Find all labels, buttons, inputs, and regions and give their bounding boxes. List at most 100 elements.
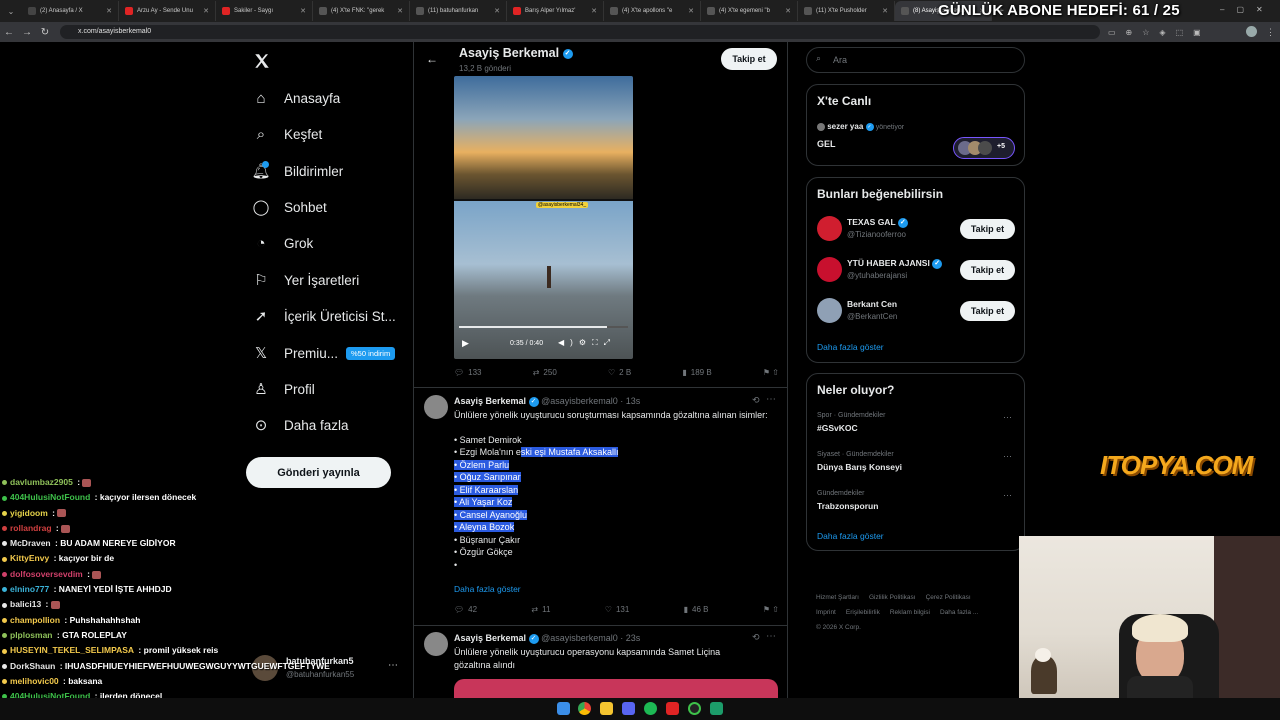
browser-tab[interactable]: (2) Anasayfa / X ✕: [22, 1, 119, 21]
tab-menu-icon[interactable]: ⌄: [0, 7, 22, 16]
browser-avatar[interactable]: [1246, 26, 1257, 37]
space-participants[interactable]: +5: [953, 137, 1015, 159]
tab-close-icon[interactable]: ✕: [300, 7, 306, 15]
suggested-name[interactable]: Berkant Cen: [847, 299, 897, 309]
space-title[interactable]: GEL: [817, 139, 836, 149]
reply-button[interactable]: 💬︎ 133: [454, 368, 482, 377]
nav-item-3[interactable]: ◯ Sohbet: [252, 193, 327, 221]
show-more-link[interactable]: Daha fazla göster: [817, 342, 884, 352]
url-field[interactable]: x.com/asayisberkemal0: [60, 25, 1100, 39]
tweet-more-icon[interactable]: ⋯: [766, 631, 776, 642]
app-icon-green[interactable]: [710, 702, 723, 715]
retweet-button[interactable]: ⇄ 11: [531, 605, 550, 614]
nav-item-7[interactable]: 𝕏 Premiu... %50 indirim: [252, 339, 396, 367]
back-icon[interactable]: ←: [0, 27, 18, 38]
suggested-avatar[interactable]: [817, 257, 842, 282]
browser-tab[interactable]: (4) X'te egemeni "b ✕: [701, 1, 798, 21]
suggested-avatar[interactable]: [817, 216, 842, 241]
browser-tab[interactable]: (4) X'te apollons "e ✕: [604, 1, 701, 21]
spotify-icon[interactable]: [644, 702, 657, 715]
like-button[interactable]: ♡ 2 B: [608, 368, 631, 377]
video-player[interactable]: @asayisberkemal34_ ▶ 0:35 / 0:40 ◀)⚙⛶⤢: [454, 76, 633, 359]
suggested-name[interactable]: YTÜ HABER AJANSI ✓: [847, 258, 943, 269]
search-input[interactable]: Ara: [806, 47, 1025, 73]
grok-edit-icon[interactable]: ⟲: [752, 632, 760, 643]
follow-button[interactable]: Takip et: [960, 219, 1015, 239]
tab-close-icon[interactable]: ✕: [785, 7, 791, 15]
video-progress-track[interactable]: [459, 326, 628, 328]
nav-item-0[interactable]: ⌂ Anasayfa: [252, 84, 340, 112]
browser-tab[interactable]: Arzu Ay - Sende Unu ✕: [119, 1, 216, 21]
nav-item-1[interactable]: ⌕ Keşfet: [252, 120, 322, 148]
tweet2-media[interactable]: [454, 679, 778, 698]
app-icon[interactable]: [666, 702, 679, 715]
tab-close-icon[interactable]: ✕: [688, 7, 694, 15]
footer-link[interactable]: Hizmet Şartları: [816, 594, 859, 601]
views-count[interactable]: ▮ 189 B: [682, 368, 711, 377]
nav-item-5[interactable]: ⚐ Yer İşaretleri: [252, 266, 359, 294]
reply-button[interactable]: 💬︎ 42: [454, 605, 477, 614]
tab-close-icon[interactable]: ✕: [882, 7, 888, 15]
nav-item-4[interactable]: ◔ Grok: [252, 229, 313, 257]
live-host[interactable]: sezer yaa ✓ yönetiyor: [817, 122, 904, 131]
footer-link[interactable]: Gizlilik Politikası: [869, 594, 916, 601]
trend-name[interactable]: Dünya Barış Konseyi: [817, 462, 902, 472]
tweet-avatar[interactable]: [424, 632, 448, 656]
show-more-link[interactable]: Daha fazla göster: [454, 584, 521, 594]
footer-link[interactable]: Çerez Politikası: [926, 594, 971, 601]
video-controls-icons[interactable]: ◀)⚙⛶⤢: [558, 338, 616, 348]
footer-link[interactable]: Reklam bilgisi: [890, 609, 930, 616]
chrome-icon[interactable]: [578, 702, 591, 715]
retweet-button[interactable]: ⇄ 250: [533, 368, 557, 377]
play-icon[interactable]: ▶: [462, 338, 469, 349]
forward-icon[interactable]: →: [18, 27, 36, 38]
browser-tab[interactable]: (4) X'te FNK: "gerek ✕: [313, 1, 410, 21]
windows-start-icon[interactable]: [557, 702, 570, 715]
follow-button[interactable]: Takip et: [960, 260, 1015, 280]
file-explorer-icon[interactable]: [600, 702, 613, 715]
reload-icon[interactable]: ↻: [36, 27, 54, 38]
tab-close-icon[interactable]: ✕: [106, 7, 112, 15]
nav-item-6[interactable]: ➚ İçerik Üreticisi St...: [252, 302, 396, 330]
discord-icon[interactable]: [622, 702, 635, 715]
suggested-avatar[interactable]: [817, 298, 842, 323]
trend-more-icon[interactable]: ⋯: [1003, 451, 1012, 462]
trend-more-icon[interactable]: ⋯: [1003, 490, 1012, 501]
profile-follow-button[interactable]: Takip et: [721, 48, 777, 70]
suggested-name[interactable]: TEXAS GAL ✓: [847, 217, 908, 228]
browser-tab[interactable]: Sakiler - Saygı ✕: [216, 1, 313, 21]
tab-close-icon[interactable]: ✕: [203, 7, 209, 15]
browser-toolbar-icons[interactable]: ▭⊕☆◈⬚▣: [1108, 28, 1211, 37]
trend-more-icon[interactable]: ⋯: [1003, 412, 1012, 423]
window-controls[interactable]: –▢✕: [1220, 5, 1275, 14]
bookmark-icon[interactable]: ⚑ ⇧: [763, 605, 779, 614]
x-logo-icon[interactable]: [253, 52, 271, 70]
tab-close-icon[interactable]: ✕: [494, 7, 500, 15]
browser-tab[interactable]: Barış Alper Yılmaz' ✕: [507, 1, 604, 21]
obs-icon[interactable]: [688, 702, 701, 715]
nav-item-9[interactable]: ⊙ Daha fazla: [252, 411, 349, 439]
show-more-link[interactable]: Daha fazla göster: [817, 531, 884, 541]
bookmark-icon[interactable]: ⚑ ⇧: [763, 368, 779, 377]
grok-edit-icon[interactable]: ⟲: [752, 395, 760, 406]
footer-link[interactable]: Daha fazla ...: [940, 609, 978, 616]
follow-button[interactable]: Takip et: [960, 301, 1015, 321]
tab-close-icon[interactable]: ✕: [591, 7, 597, 15]
account-more-icon[interactable]: ⋯: [388, 660, 398, 671]
browser-tab[interactable]: (11) X'te Pusholder ✕: [798, 1, 895, 21]
footer-link[interactable]: Imprint: [816, 609, 836, 616]
nav-item-2[interactable]: 🔔︎ Bildirimler: [251, 157, 343, 185]
browser-tab[interactable]: (11) batuhanfurkan ✕: [410, 1, 507, 21]
footer-link[interactable]: © 2026 X Corp.: [816, 624, 861, 631]
tab-close-icon[interactable]: ✕: [397, 7, 403, 15]
trend-name[interactable]: #GSvKOC: [817, 423, 858, 433]
back-arrow-icon[interactable]: ←: [426, 52, 438, 66]
views-count[interactable]: ▮ 46 B: [684, 605, 709, 614]
tweet-avatar[interactable]: [424, 395, 448, 419]
browser-menu-icon[interactable]: ⋮: [1266, 27, 1275, 38]
tweet-more-icon[interactable]: ⋯: [766, 394, 776, 405]
footer-link[interactable]: Erişilebilirlik: [846, 609, 880, 616]
trend-name[interactable]: Trabzonsporun: [817, 501, 878, 511]
like-button[interactable]: ♡ 131: [605, 605, 630, 614]
nav-item-8[interactable]: ♙ Profil: [252, 375, 315, 403]
